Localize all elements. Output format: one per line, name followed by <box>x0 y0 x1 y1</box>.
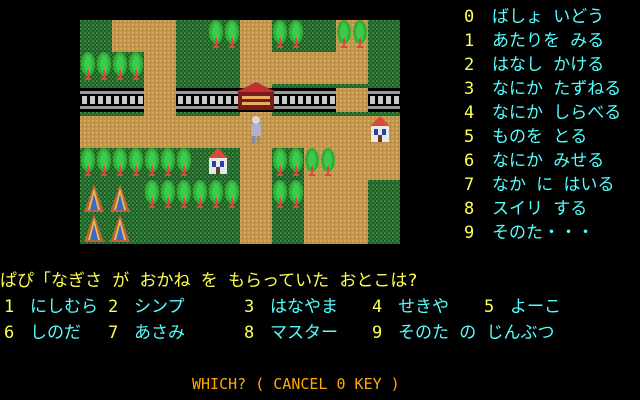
character-option[interactable]: 9 そのた の じんぶつ <box>372 322 554 344</box>
command-label: なにか みせる <box>492 151 605 171</box>
character-name: せきや <box>398 297 449 317</box>
command-number: 8 <box>464 199 475 219</box>
character-name: よーこ <box>510 297 561 317</box>
town-map <box>80 20 400 244</box>
character-number: 9 <box>372 323 383 343</box>
character-number: 6 <box>4 323 15 343</box>
command-label: ばしょ いどう <box>492 7 605 27</box>
command-label: なにか たずねる <box>492 79 622 99</box>
character-option[interactable]: 8 マスター <box>244 322 338 344</box>
character-number: 8 <box>244 323 255 343</box>
command-item[interactable]: 9 そのた・・・ <box>464 222 594 244</box>
character-name: シンプ <box>134 297 185 317</box>
character-number: 5 <box>484 297 495 317</box>
command-item[interactable]: 1 あたりを みる <box>464 30 604 52</box>
character-number: 7 <box>108 323 119 343</box>
command-number: 2 <box>464 55 475 75</box>
command-item[interactable]: 8 スイリ する <box>464 198 587 220</box>
character-number: 2 <box>108 297 119 317</box>
command-item[interactable]: 2 はなし かける <box>464 54 604 76</box>
command-number: 9 <box>464 223 475 243</box>
command-label: あたりを みる <box>492 31 605 51</box>
command-number: 5 <box>464 127 475 147</box>
input-prompt: WHICH? ( CANCEL 0 KEY ) <box>192 375 400 393</box>
character-option[interactable]: 7 あさみ <box>108 322 185 344</box>
command-label: はなし かける <box>492 55 605 75</box>
command-number: 7 <box>464 175 475 195</box>
character-option[interactable]: 1 にしむら <box>4 296 98 318</box>
question-text: ぱぴ「なぎさ が おかね を もらっていた おとこは? <box>0 271 418 291</box>
character-name: マスター <box>270 323 338 343</box>
command-label: ものを とる <box>492 127 588 147</box>
command-number: 4 <box>464 103 475 123</box>
command-item[interactable]: 3 なにか たずねる <box>464 78 621 100</box>
character-option[interactable]: 6 しのだ <box>4 322 81 344</box>
character-name: あさみ <box>134 323 185 343</box>
command-number: 3 <box>464 79 475 99</box>
character-name: はなやま <box>270 297 338 317</box>
character-option[interactable]: 3 はなやま <box>244 296 338 318</box>
command-item[interactable]: 0 ばしょ いどう <box>464 6 604 28</box>
command-number: 6 <box>464 151 475 171</box>
character-option[interactable]: 4 せきや <box>372 296 449 318</box>
command-item[interactable]: 7 なか に はいる <box>464 174 614 196</box>
command-number: 0 <box>464 7 475 27</box>
command-item[interactable]: 4 なにか しらべる <box>464 102 621 124</box>
character-number: 3 <box>244 297 255 317</box>
command-number: 1 <box>464 31 475 51</box>
character-name: しのだ <box>30 323 81 343</box>
character-option[interactable]: 5 よーこ <box>484 296 561 318</box>
command-label: スイリ する <box>492 199 588 219</box>
command-item[interactable]: 6 なにか みせる <box>464 150 604 172</box>
character-name: そのた の じんぶつ <box>398 323 555 343</box>
character-option[interactable]: 2 シンプ <box>108 296 185 318</box>
character-number: 4 <box>372 297 383 317</box>
character-name: にしむら <box>30 297 98 317</box>
command-label: なにか しらべる <box>492 103 622 123</box>
character-number: 1 <box>4 297 15 317</box>
command-label: そのた・・・ <box>492 223 594 243</box>
command-label: なか に はいる <box>492 175 615 195</box>
command-item[interactable]: 5 ものを とる <box>464 126 587 148</box>
